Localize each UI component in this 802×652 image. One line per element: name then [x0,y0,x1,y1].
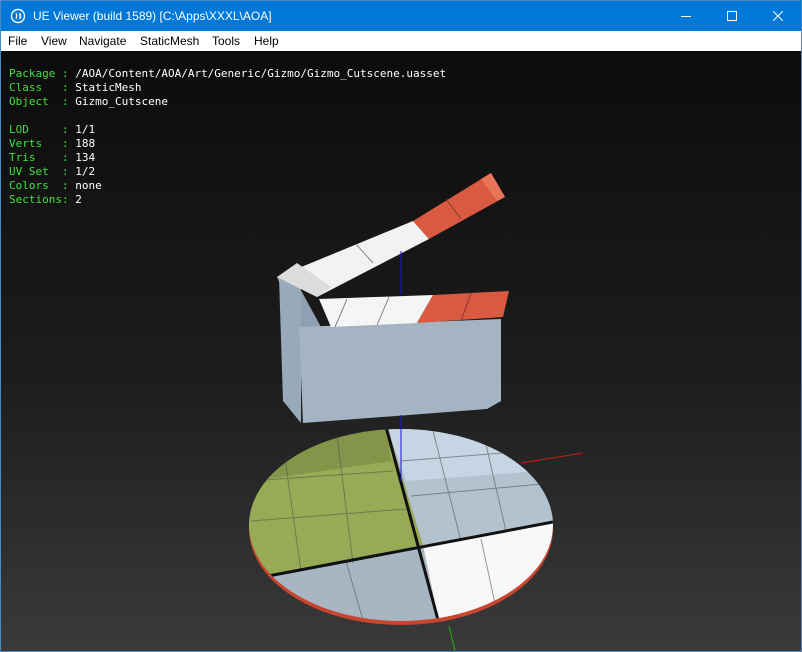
window-title: UE Viewer (build 1589) [C:\Apps\XXXL\AOA… [33,9,272,23]
axis-y [448,625,456,651]
menu-bar: File View Navigate StaticMesh Tools Help [1,31,801,51]
menu-file[interactable]: File [8,34,27,48]
upper-clapper-arm [277,173,505,297]
unreal-engine-logo-icon [10,8,26,24]
minimize-button[interactable] [663,1,709,31]
menu-help[interactable]: Help [254,34,279,48]
base-blue-highlight [386,429,541,481]
app-window: UE Viewer (build 1589) [C:\Apps\XXXL\AOA… [0,0,802,652]
slate-left-edge [279,277,301,423]
title-bar[interactable]: UE Viewer (build 1589) [C:\Apps\XXXL\AOA… [1,1,801,31]
close-icon [773,11,783,21]
axis-x [520,452,584,464]
maximize-icon [727,11,737,21]
menu-view[interactable]: View [41,34,67,48]
mesh-render [249,173,584,651]
minimize-icon [681,16,691,17]
close-button[interactable] [755,1,801,31]
menu-staticmesh[interactable]: StaticMesh [140,34,199,48]
slate-front-face [299,319,501,423]
lower-clapper-white [319,295,433,327]
menu-navigate[interactable]: Navigate [79,34,126,48]
3d-viewport[interactable]: Package : /AOA/Content/AOA/Art/Generic/G… [1,51,801,651]
menu-tools[interactable]: Tools [212,34,240,48]
maximize-button[interactable] [709,1,755,31]
